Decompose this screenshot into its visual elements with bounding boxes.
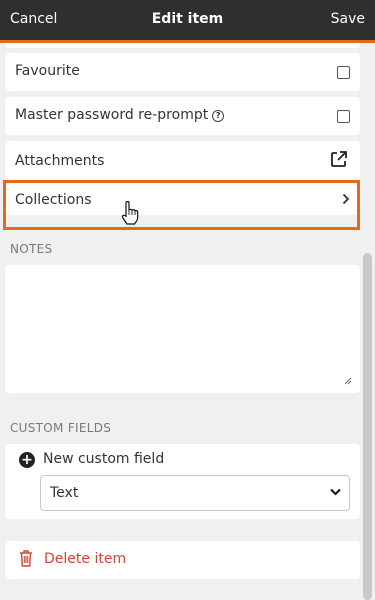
collections-row[interactable]: Collections [5,183,360,215]
notes-textarea[interactable] [5,265,360,393]
delete-item-label: Delete item [44,551,127,567]
new-custom-field-button[interactable]: New custom field [43,451,164,467]
external-link-icon [331,151,347,167]
reprompt-row[interactable]: Master password re-prompt? [5,97,360,135]
field-type-select[interactable]: Text [40,475,350,511]
plus-circle-icon[interactable]: + [19,452,35,468]
top-bar: Cancel Edit item Save [0,0,375,43]
attachments-row[interactable]: Attachments [5,141,360,181]
reprompt-checkbox[interactable] [337,110,350,123]
field-type-selected: Text [50,485,79,501]
delete-item-button[interactable]: Delete item [5,541,360,579]
scrollbar[interactable] [363,253,372,600]
save-button[interactable]: Save [331,11,365,27]
favourite-row[interactable]: Favourite [5,53,360,91]
chevron-right-icon [342,193,350,205]
edit-form: Favourite Master password re-prompt? Att… [0,43,375,600]
resize-grip-icon[interactable] [344,377,352,385]
trash-icon [20,550,32,567]
collections-label: Collections [15,192,92,208]
custom-fields-section-label: CUSTOM FIELDS [10,421,112,435]
favourite-checkbox[interactable] [337,66,350,79]
reprompt-label: Master password re-prompt? [15,107,225,123]
page-title: Edit item [151,11,224,27]
question-circle-icon[interactable]: ? [212,110,225,122]
chevron-down-icon [330,488,341,496]
previous-card-edge [5,43,360,48]
notes-section-label: NOTES [10,242,53,256]
custom-fields-card: + New custom field Text [5,444,360,519]
attachments-label: Attachments [15,153,105,169]
hand-pointer-icon [121,201,139,225]
reprompt-label-text: Master password re-prompt [15,107,209,123]
favourite-label: Favourite [15,63,80,79]
